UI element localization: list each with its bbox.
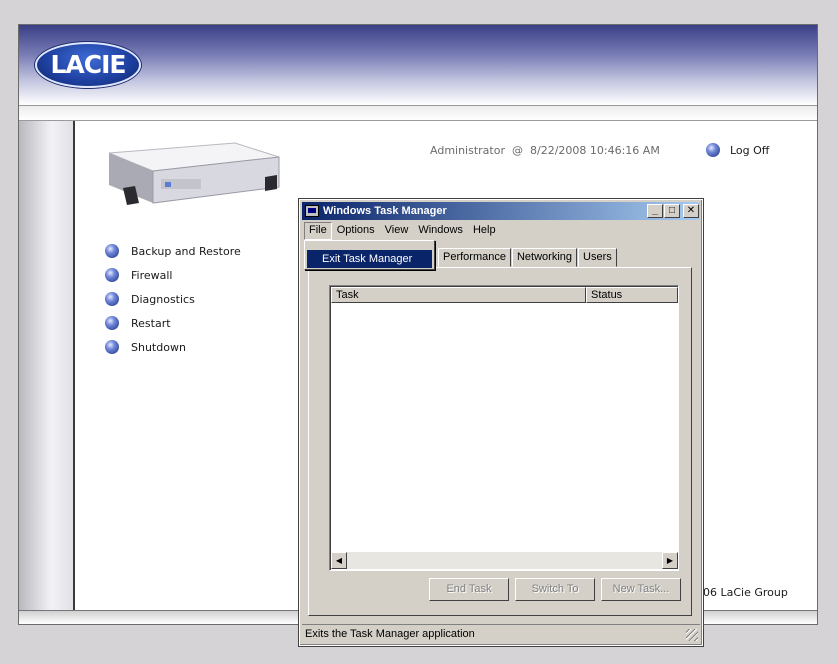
status-text: Exits the Task Manager application	[305, 628, 475, 640]
copyright-text: 006 LaCie Group	[696, 586, 788, 599]
session-datetime: 8/22/2008 10:46:16 AM	[530, 144, 660, 157]
task-manager-window[interactable]: Windows Task Manager _ □ ✕ File Options …	[298, 198, 704, 647]
menu-bar: File Options View Windows Help	[304, 222, 501, 240]
logoff-label: Log Off	[730, 143, 770, 157]
logoff-link[interactable]: Log Off	[706, 143, 769, 157]
horizontal-scrollbar[interactable]: ◀ ▶	[331, 552, 678, 569]
column-task[interactable]: Task	[331, 287, 586, 303]
menu-item-label: Restart	[131, 316, 171, 330]
admin-menu: Backup and Restore Firewall Diagnostics …	[105, 239, 241, 359]
menu-item-firewall[interactable]: Firewall	[105, 263, 241, 287]
resize-grip-icon[interactable]	[686, 629, 698, 641]
switch-to-button[interactable]: Switch To	[515, 578, 595, 601]
status-bar: Exits the Task Manager application	[302, 624, 700, 643]
tab-strip: Performance Networking Users	[438, 248, 618, 268]
menu-item-label: Backup and Restore	[131, 244, 241, 258]
sphere-bullet-icon	[105, 268, 119, 282]
lacie-logo[interactable]: LACIE	[35, 42, 141, 88]
task-list[interactable]: Task Status ◀ ▶	[329, 285, 679, 571]
scroll-right-icon[interactable]: ▶	[662, 552, 678, 569]
minimize-button[interactable]: _	[647, 204, 663, 218]
menu-windows[interactable]: Windows	[413, 222, 468, 240]
scroll-left-icon[interactable]: ◀	[331, 552, 347, 569]
menu-item-label: Shutdown	[131, 340, 186, 354]
menu-item-label: Firewall	[131, 268, 173, 282]
sphere-bullet-icon	[105, 316, 119, 330]
header-divider	[19, 105, 817, 121]
username: Administrator	[430, 144, 505, 157]
sphere-bullet-icon	[105, 244, 119, 258]
menu-item-label: Diagnostics	[131, 292, 195, 306]
maximize-button[interactable]: □	[664, 204, 680, 218]
menu-help[interactable]: Help	[468, 222, 501, 240]
window-title: Windows Task Manager	[323, 205, 447, 217]
new-task-button[interactable]: New Task...	[601, 578, 681, 601]
computer-monitor-icon	[305, 205, 319, 217]
menu-options[interactable]: Options	[332, 222, 380, 240]
end-task-button[interactable]: End Task	[429, 578, 509, 601]
sphere-bullet-icon	[706, 143, 720, 157]
user-session-info: Administrator @ 8/22/2008 10:46:16 AM	[430, 144, 660, 157]
close-button[interactable]: ✕	[683, 204, 699, 218]
menu-view[interactable]: View	[380, 222, 414, 240]
tab-networking[interactable]: Networking	[511, 248, 578, 267]
exit-task-manager-menu-item[interactable]: Exit Task Manager	[307, 250, 432, 268]
title-bar[interactable]: Windows Task Manager _ □ ✕	[302, 202, 700, 220]
task-list-header: Task Status	[331, 287, 678, 303]
sphere-bullet-icon	[105, 292, 119, 306]
menu-file[interactable]: File	[304, 222, 332, 240]
column-status[interactable]: Status	[586, 287, 678, 303]
applications-tab-panel: Task Status ◀ ▶	[308, 267, 692, 616]
menu-item-shutdown[interactable]: Shutdown	[105, 335, 241, 359]
tab-users[interactable]: Users	[578, 248, 617, 267]
nas-device-image	[108, 142, 280, 205]
menu-item-diagnostics[interactable]: Diagnostics	[105, 287, 241, 311]
left-sidebar	[19, 121, 75, 610]
at-separator: @	[512, 144, 523, 157]
menu-item-backup-restore[interactable]: Backup and Restore	[105, 239, 241, 263]
header-banner: LACIE	[19, 25, 817, 105]
menu-item-restart[interactable]: Restart	[105, 311, 241, 335]
task-actions: End Task Switch To New Task...	[429, 578, 687, 601]
tab-performance[interactable]: Performance	[438, 248, 511, 267]
file-menu-dropdown: Exit Task Manager	[304, 240, 435, 270]
sphere-bullet-icon	[105, 340, 119, 354]
